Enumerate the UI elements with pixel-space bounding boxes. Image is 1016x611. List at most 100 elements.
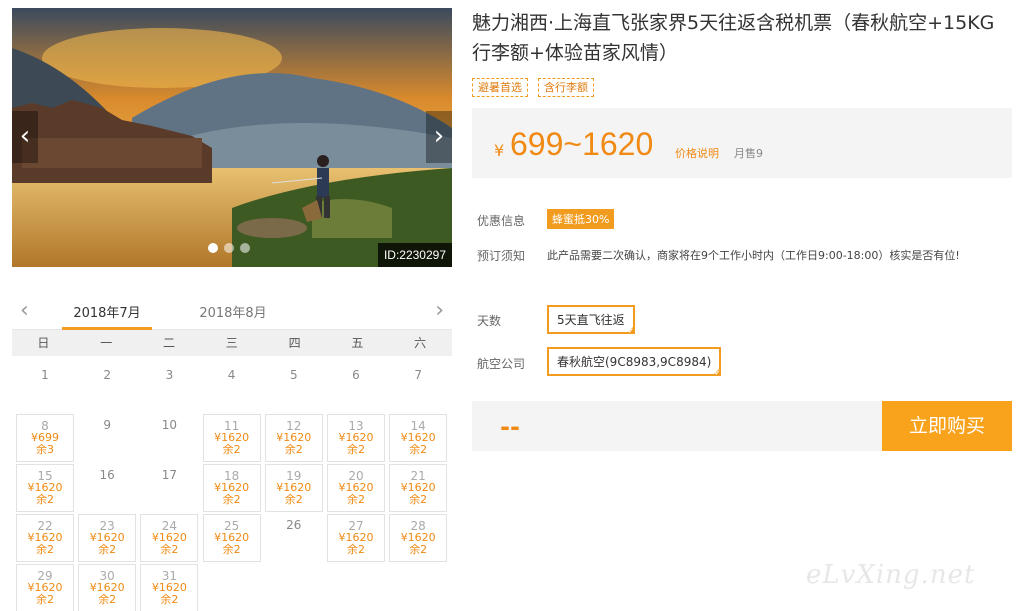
gallery-prev-button[interactable]: ‹ — [12, 111, 38, 163]
prev-month-button[interactable]: ‹ — [20, 300, 29, 322]
day-stock: 余2 — [98, 593, 117, 606]
next-month-button[interactable]: › — [435, 300, 444, 322]
day-number: 31 — [161, 569, 178, 583]
calendar-day: 16 — [78, 464, 136, 512]
day-number: 20 — [348, 469, 364, 483]
day-stock: 余2 — [409, 493, 428, 506]
currency-symbol: ¥ — [494, 141, 505, 160]
day-number: 24 — [161, 519, 178, 533]
promo-badge: 蜂蜜抵30% — [547, 209, 615, 229]
calendar-day: 3 — [140, 364, 198, 412]
day-stock: 余2 — [409, 443, 428, 456]
day-number: 7 — [414, 368, 422, 382]
day-number: 9 — [103, 418, 111, 432]
calendar-day-available[interactable]: 23 ¥1620 余2 — [78, 514, 137, 562]
calendar-day: 1 — [16, 364, 74, 412]
airline-label: 航空公司 — [477, 357, 526, 371]
weekday-label: 四 — [288, 336, 301, 350]
calendar-day: 5 — [265, 364, 323, 412]
airline-option-label: 春秋航空(9C8983,9C8984) — [557, 355, 712, 369]
days-option-label: 5天直飞往返 — [557, 313, 625, 327]
purchase-bar: -- 立即购买 — [472, 401, 1012, 451]
day-number: 11 — [223, 419, 240, 433]
day-number: 30 — [99, 569, 115, 583]
gallery-dot[interactable] — [208, 243, 218, 253]
product-tag: 含行李额 — [538, 78, 594, 97]
day-number: 28 — [410, 519, 426, 533]
day-stock: 余3 — [36, 443, 54, 456]
day-number: 27 — [348, 519, 364, 533]
calendar-day-available[interactable]: 15 ¥1620 余2 — [16, 464, 74, 512]
calendar-day: 17 — [140, 464, 198, 512]
day-stock: 余2 — [160, 543, 179, 556]
day-number: 18 — [223, 469, 240, 483]
gallery-pagination — [208, 243, 250, 253]
calendar-day-available[interactable]: 27 ¥1620 余2 — [327, 514, 385, 562]
booking-notice: 此产品需要二次确认，商家将在9个工作小时内（工作日9:00-18:00）核实是否… — [547, 249, 960, 262]
calendar-day-available[interactable]: 24 ¥1620 余2 — [140, 514, 199, 562]
days-label: 天数 — [477, 314, 502, 328]
gallery-dot[interactable] — [224, 243, 234, 253]
day-number: 10 — [161, 418, 178, 432]
calendar-day-available[interactable]: 12 ¥1620 余2 — [264, 414, 323, 462]
tab-month-august[interactable]: 2018年8月 — [188, 302, 278, 330]
calendar-day: 4 — [203, 364, 261, 412]
calendar-day-available[interactable]: 14 ¥1620 余2 — [389, 414, 448, 462]
weekday-label: 二 — [162, 336, 175, 350]
day-number: 17 — [161, 468, 178, 482]
calendar-day-available[interactable]: 20 ¥1620 余2 — [327, 464, 385, 512]
calendar-day-available[interactable]: 13 ¥1620 余2 — [327, 414, 385, 462]
price-box: ¥ 699~1620 价格说明 月售9 — [472, 108, 1012, 178]
calendar-day-available[interactable]: 21 ¥1620 余2 — [389, 464, 448, 512]
calendar-day-available[interactable]: 30 ¥1620 余2 — [78, 564, 137, 611]
day-stock: 余2 — [347, 493, 365, 506]
weekday-label: 三 — [225, 336, 238, 350]
day-number: 1 — [41, 368, 49, 382]
product-tags: 避暑首选 含行李额 — [472, 78, 594, 97]
day-stock: 余2 — [160, 593, 179, 606]
product-image-gallery[interactable]: ‹ › ID:2230297 — [12, 8, 452, 267]
check-icon: ✔ — [627, 327, 634, 335]
day-number: 6 — [352, 368, 360, 382]
calendar-day-available[interactable]: 28 ¥1620 余2 — [389, 514, 448, 562]
day-number: 8 — [41, 419, 49, 433]
airline-option-selected[interactable]: 春秋航空(9C8983,9C8984) ✔ — [547, 347, 722, 377]
day-number: 25 — [223, 519, 240, 533]
calendar-day-available[interactable]: 22 ¥1620 余2 — [16, 514, 74, 562]
calendar-day-available[interactable]: 29 ¥1620 余2 — [16, 564, 74, 611]
day-stock: 余2 — [284, 443, 303, 456]
weekday-label: 六 — [414, 336, 427, 350]
days-option-selected[interactable]: 5天直飞往返 ✔ — [547, 305, 635, 335]
notice-label: 预订须知 — [477, 249, 526, 263]
day-stock: 余2 — [284, 493, 303, 506]
day-stock: 余2 — [36, 543, 54, 556]
day-number: 4 — [227, 368, 236, 382]
gallery-next-button[interactable]: › — [426, 111, 452, 163]
day-number: 19 — [286, 469, 302, 483]
day-stock: 余2 — [347, 443, 365, 456]
day-number: 13 — [348, 419, 364, 433]
calendar-day-available[interactable]: 11 ¥1620 余2 — [202, 414, 261, 462]
calendar-day-available[interactable]: 18 ¥1620 余2 — [202, 464, 261, 512]
gallery-photo — [12, 8, 452, 267]
price-explain-link[interactable]: 价格说明 — [675, 145, 719, 161]
day-number: 3 — [165, 368, 174, 382]
calendar-day-available[interactable]: 8 ¥699 余3 — [16, 414, 74, 462]
calendar-day: 2 — [78, 364, 136, 412]
tab-month-july[interactable]: 2018年7月 — [62, 302, 152, 330]
day-stock: 余2 — [222, 443, 241, 456]
day-stock: 余2 — [347, 543, 365, 556]
gallery-dot[interactable] — [240, 243, 250, 253]
weekday-label: 一 — [100, 336, 113, 350]
day-number: 15 — [37, 469, 53, 483]
weekday-label: 五 — [351, 336, 364, 350]
price-range: 699~1620 — [510, 126, 654, 162]
calendar-day-available[interactable]: 31 ¥1620 余2 — [140, 564, 199, 611]
buy-now-button[interactable]: 立即购买 — [882, 401, 1012, 451]
calendar-day-available[interactable]: 19 ¥1620 余2 — [264, 464, 323, 512]
calendar-day: 26 — [265, 514, 323, 562]
day-number: 22 — [37, 519, 53, 533]
day-number: 14 — [410, 419, 426, 433]
watermark: eLvXing.net — [806, 560, 976, 590]
calendar-day-available[interactable]: 25 ¥1620 余2 — [202, 514, 261, 562]
